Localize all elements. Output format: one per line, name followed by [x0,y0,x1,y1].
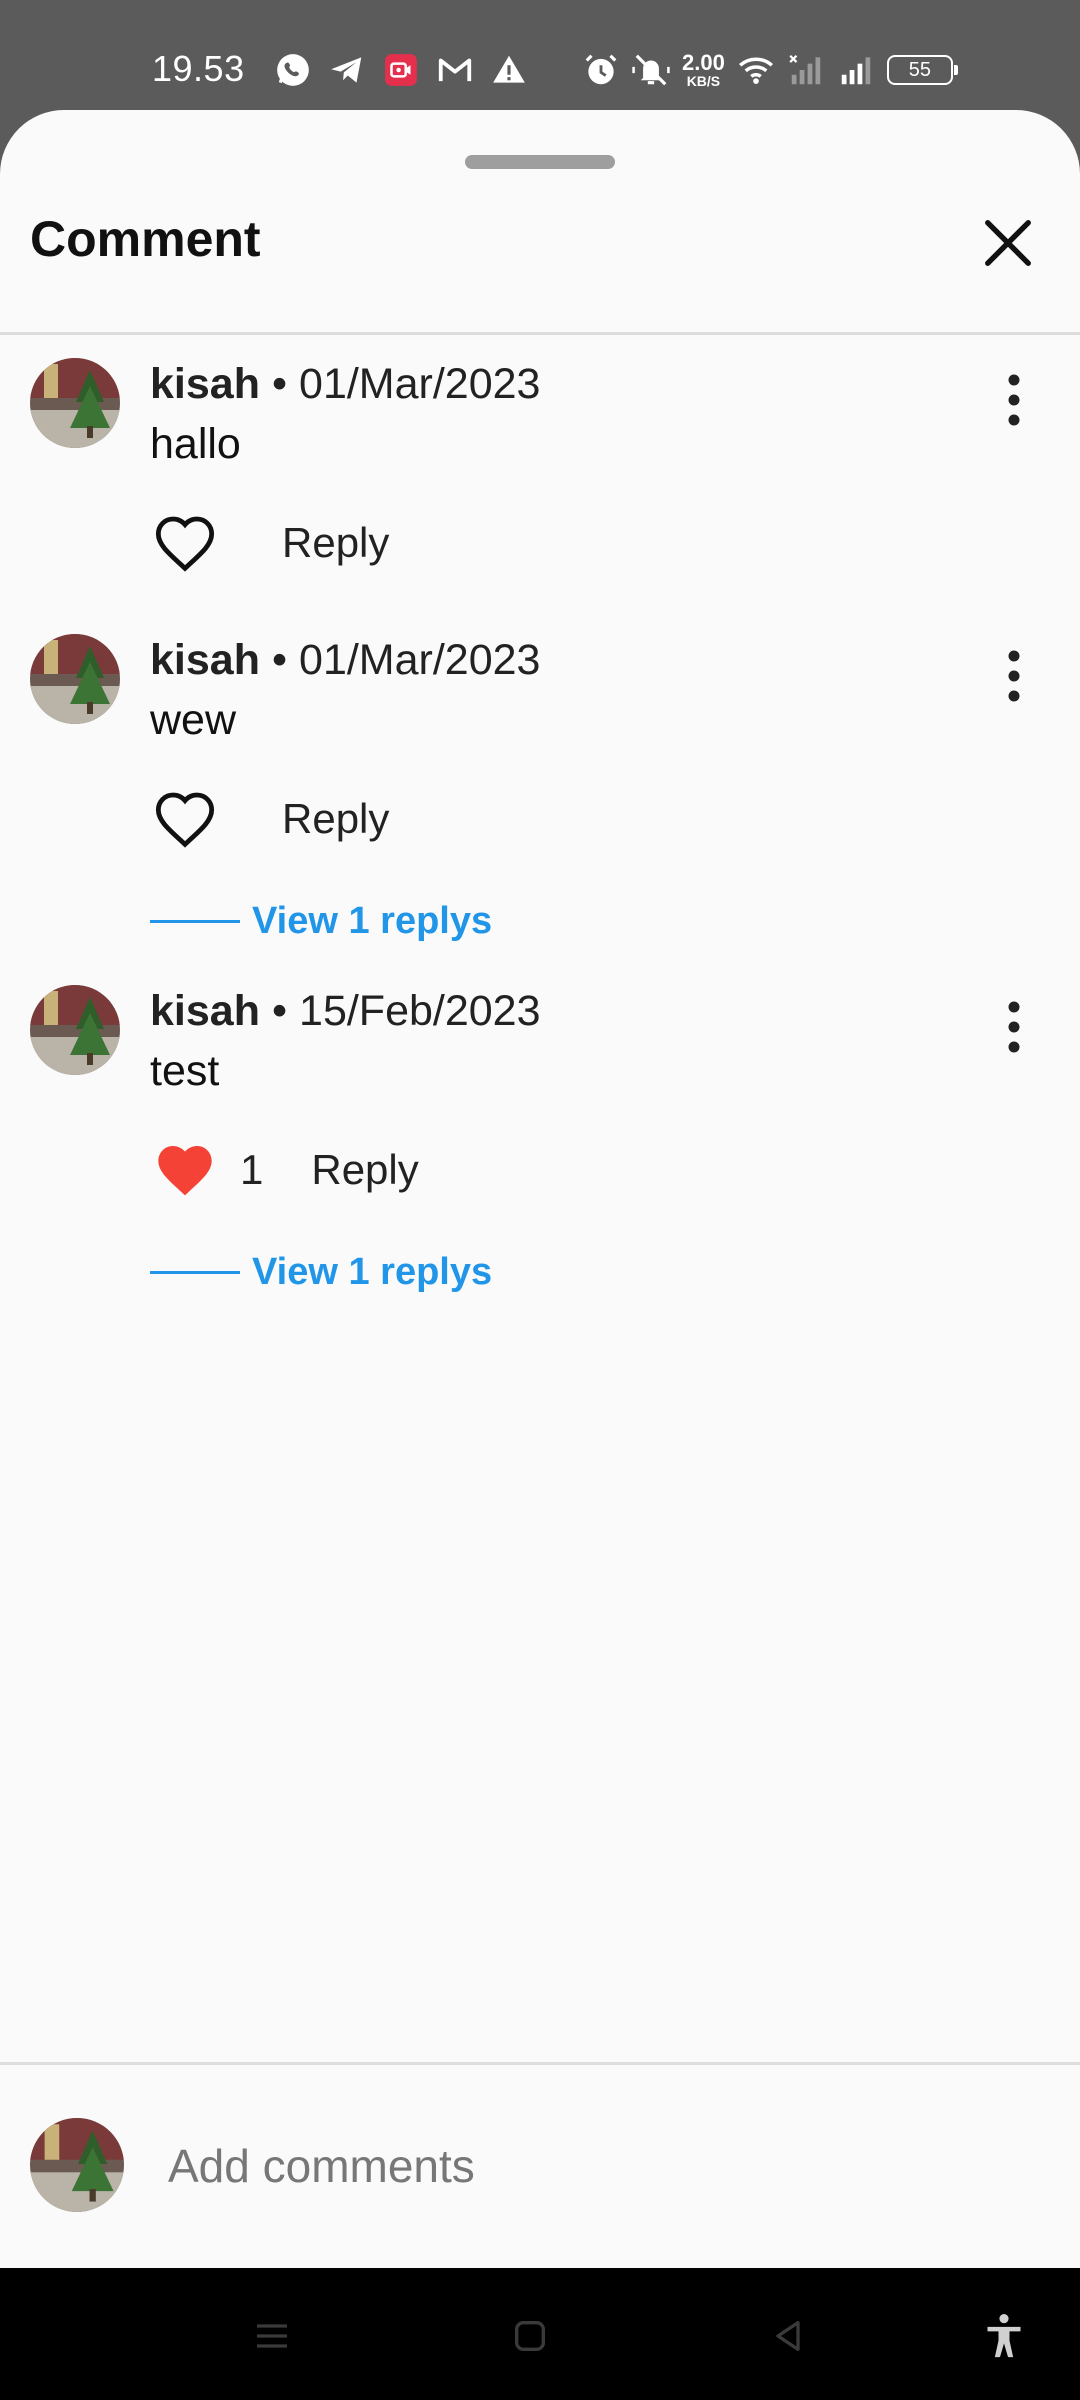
comment-actions: 1 Reply [150,1135,419,1205]
comment-header: kisah • 01/Mar/2023 [150,360,540,409]
screen-record-icon [385,54,417,86]
comment-separator: • [271,987,288,1035]
composer-divider [0,2062,1080,2065]
view-replies-label: View 1 replys [252,899,493,942]
reply-button[interactable]: Reply [311,1146,418,1194]
close-icon [985,220,1031,266]
signal-sim1-icon [789,54,821,85]
heart-filled-icon [158,1146,212,1196]
header-divider [0,332,1080,335]
comment-text: hallo [150,420,241,468]
back-icon [776,2321,800,2351]
heart-icon [155,792,215,848]
comment-username[interactable]: kisah [150,987,260,1035]
sheet-title: Comment [30,211,261,267]
comment-date: 01/Mar/2023 [299,360,541,408]
avatar-image [30,2118,124,2212]
view-replies-link[interactable]: View 1 replys [150,1247,492,1297]
reply-button[interactable]: Reply [282,519,389,567]
avatar[interactable] [30,985,120,1075]
avatar-image [30,358,120,448]
comment-actions: Reply [150,508,389,578]
composer-avatar [30,2118,124,2212]
warning-icon [493,55,525,83]
comment-text: wew [150,696,237,744]
view-replies-link[interactable]: View 1 replys [150,896,492,946]
comment-separator: • [271,360,288,408]
drag-handle[interactable] [465,155,615,169]
telegram-icon [331,57,362,83]
comment-header: kisah • 15/Feb/2023 [150,987,541,1036]
add-comment-input[interactable] [168,2126,1028,2206]
status-bar: 19.53 2.00 KB/S 55 [0,0,1080,110]
network-speed-value: 2.00 [682,50,725,75]
like-button[interactable] [150,784,220,854]
like-count: 1 [240,1146,264,1193]
view-replies-line [150,1270,240,1274]
comment-more-button[interactable] [986,997,1042,1057]
system-nav-bar [0,2268,1080,2400]
nav-accessibility-button[interactable] [974,2306,1034,2366]
heart-icon [155,516,215,572]
whatsapp-icon [277,54,309,86]
nav-home-button[interactable] [500,2306,560,2366]
wifi-icon [738,57,773,84]
more-vert-icon [1008,650,1020,702]
avatar-image [30,634,120,724]
network-speed-unit: KB/S [686,73,721,89]
notification-icons [274,50,528,90]
accessibility-icon [987,2314,1021,2358]
comment-header: kisah • 01/Mar/2023 [150,636,540,685]
avatar[interactable] [30,358,120,448]
view-replies-label: View 1 replys [252,1250,493,1293]
home-icon [515,2321,545,2351]
more-vert-icon [1008,374,1020,426]
comment-more-button[interactable] [986,370,1042,430]
like-button[interactable] [150,508,220,578]
view-replies-line [150,919,240,923]
comment-actions: Reply [150,784,389,854]
comment-date: 01/Mar/2023 [299,636,541,684]
avatar[interactable] [30,634,120,724]
like-button[interactable] [150,1135,220,1205]
comment-date: 15/Feb/2023 [299,987,541,1035]
system-icons: 2.00 KB/S 55 [582,48,958,92]
comment-sheet: Comment kisah • 01/Mar/2023 hallo Reply … [0,110,1080,2268]
comment-text: test [150,1047,220,1095]
close-button[interactable] [975,210,1041,276]
more-vert-icon [1008,1001,1020,1053]
nav-back-button[interactable] [758,2306,818,2366]
comment-more-button[interactable] [986,646,1042,706]
signal-sim2-icon [841,57,871,85]
mute-vibrate-icon [632,54,670,86]
menu-icon [257,2324,287,2348]
status-time: 19.53 [152,48,245,89]
comment-username[interactable]: kisah [150,636,260,684]
reply-button[interactable]: Reply [282,795,389,843]
alarm-icon [585,54,617,85]
nav-menu-button[interactable] [242,2306,302,2366]
battery-indicator: 55 [886,55,958,85]
comment-username[interactable]: kisah [150,360,260,408]
network-speed: 2.00 KB/S [682,50,725,89]
comment-separator: • [271,636,288,684]
gmail-icon [438,58,472,82]
avatar-image [30,985,120,1075]
